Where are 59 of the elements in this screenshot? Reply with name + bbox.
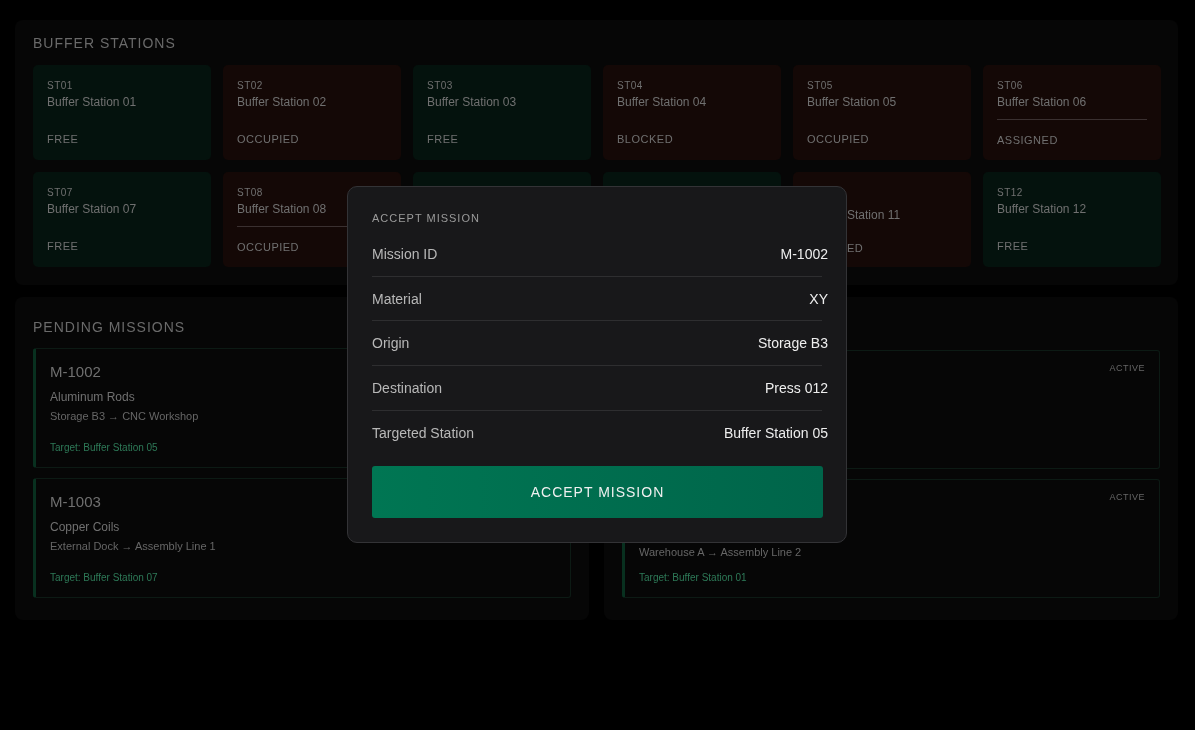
- station-status: ED: [847, 242, 864, 254]
- station-name: Buffer Station 03: [427, 95, 517, 109]
- field-value: XY: [809, 290, 828, 307]
- field-label: Material: [372, 290, 422, 307]
- section-title: PENDING MISSIONS: [33, 319, 186, 335]
- station-code: ST06: [997, 80, 1023, 91]
- station-card[interactable]: ST01 Buffer Station 01 FREE: [33, 65, 211, 160]
- station-code: ST03: [427, 80, 453, 91]
- field-value: Buffer Station 05: [723, 424, 828, 441]
- station-card[interactable]: ST03 Buffer Station 03 FREE: [413, 65, 591, 160]
- station-card[interactable]: ST05 Buffer Station 05 OCCUPIED: [793, 65, 971, 160]
- station-status: BLOCKED: [617, 133, 674, 145]
- station-code: ST12: [997, 187, 1023, 198]
- station-code: ST05: [807, 80, 833, 91]
- station-card[interactable]: ST04 Buffer Station 04 BLOCKED: [603, 65, 781, 160]
- station-code: ST08: [237, 187, 263, 198]
- route-text: External Dock → Assembly Line 1: [50, 540, 216, 552]
- field-label: Targeted Station: [372, 424, 474, 441]
- target-station: Target: Buffer Station 01: [639, 572, 747, 583]
- station-status: FREE: [427, 133, 459, 145]
- station-status: OCCUPIED: [807, 133, 870, 145]
- station-name: Buffer Station 07: [47, 202, 137, 216]
- mission-id: M-1002: [50, 363, 101, 380]
- station-code: ST07: [47, 187, 73, 198]
- station-status: FREE: [47, 240, 79, 252]
- station-name: Buffer Station 01: [47, 95, 137, 109]
- station-card[interactable]: ST12 Buffer Station 12 FREE: [983, 172, 1161, 267]
- station-card[interactable]: ST07 Buffer Station 07 FREE: [33, 172, 211, 267]
- field-value: Storage B3: [757, 335, 828, 352]
- accept-mission-button[interactable]: ACCEPT MISSION: [372, 466, 823, 518]
- material-name: Copper Coils: [50, 520, 120, 534]
- station-name: Buffer Station 05: [807, 95, 897, 109]
- status-label: ACTIVE: [1109, 492, 1145, 502]
- station-status: OCCUPIED: [237, 133, 300, 145]
- target-station: Target: Buffer Station 07: [50, 572, 158, 583]
- station-status: FREE: [997, 240, 1029, 252]
- station-name: Buffer Station 06: [997, 95, 1087, 109]
- station-code: ST04: [617, 80, 643, 91]
- route-text: Storage B3 → CNC Workshop: [50, 410, 199, 422]
- station-name: Buffer Station 02: [237, 95, 327, 109]
- station-card[interactable]: ST06 Buffer Station 06 ASSIGNED: [983, 65, 1161, 160]
- field-value: Press 012: [764, 379, 828, 396]
- station-status: FREE: [47, 133, 79, 145]
- material-name: Aluminum Rods: [50, 390, 135, 404]
- route-text: Warehouse A → Assembly Line 2: [639, 546, 802, 558]
- station-name: Buffer Station 08: [237, 202, 327, 216]
- mission-id: M-1003: [50, 493, 101, 510]
- station-card[interactable]: ST02 Buffer Station 02 OCCUPIED: [223, 65, 401, 160]
- target-station: Target: Buffer Station 05: [50, 442, 158, 453]
- section-title: BUFFER STATIONS: [33, 35, 176, 51]
- field-label: Destination: [372, 379, 443, 396]
- station-code: ST02: [237, 80, 263, 91]
- station-status: OCCUPIED: [237, 241, 300, 253]
- station-name: Buffer Station 04: [617, 95, 707, 109]
- station-status: ASSIGNED: [997, 134, 1058, 146]
- station-code: ST01: [47, 80, 73, 91]
- station-name: Station 11: [847, 208, 901, 222]
- station-name: Buffer Station 12: [997, 202, 1087, 216]
- status-label: ACTIVE: [1109, 363, 1145, 373]
